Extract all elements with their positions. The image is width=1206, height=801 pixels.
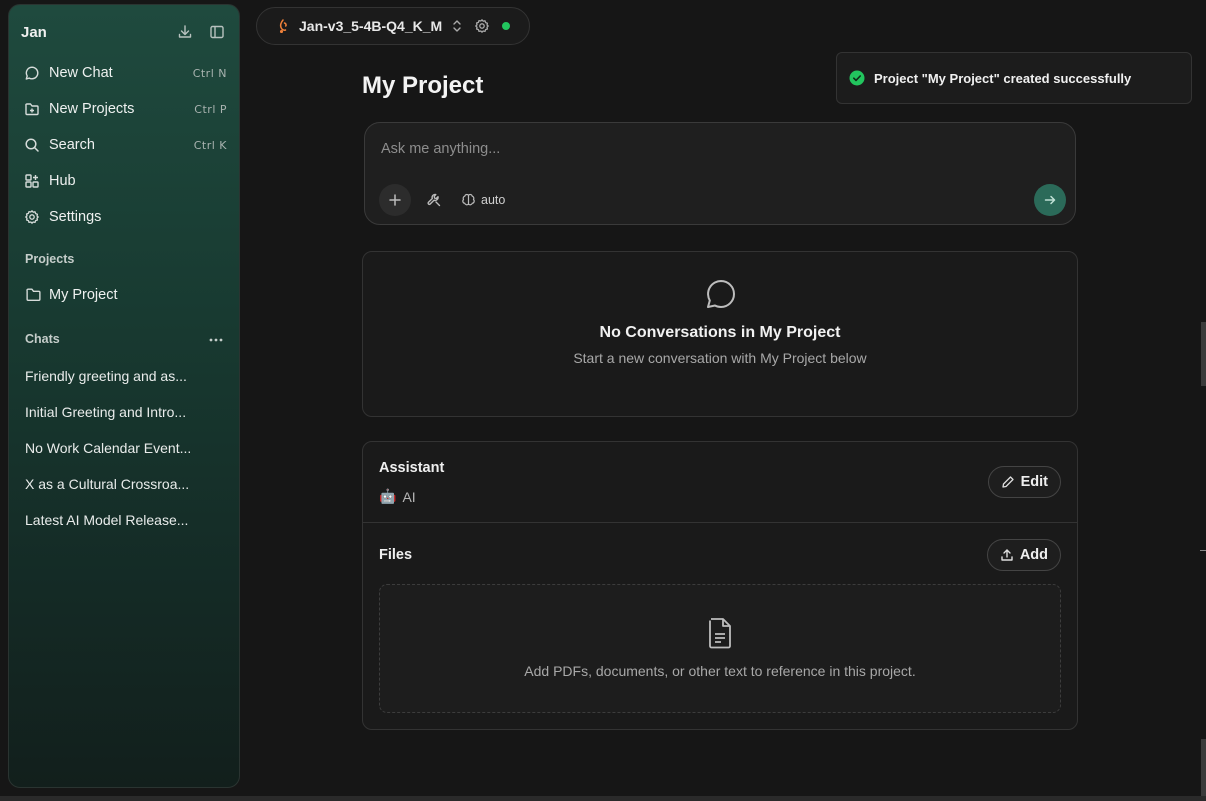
toast-message: Project "My Project" created successfull… — [874, 70, 1132, 86]
page-title: My Project — [362, 72, 484, 99]
add-files-button[interactable]: Add — [986, 539, 1061, 571]
check-circle-icon — [849, 70, 865, 86]
add-attachment-button[interactable] — [379, 184, 411, 216]
shortcut-hint: Ctrl K — [193, 138, 227, 152]
gear-icon — [23, 208, 41, 226]
document-icon — [705, 617, 735, 649]
more-options-icon[interactable] — [207, 331, 225, 349]
empty-state-title: No Conversations in My Project — [599, 324, 841, 341]
horizontal-scrollbar[interactable] — [0, 796, 1206, 801]
chat-item[interactable]: Initial Greeting and Intro... — [25, 395, 205, 431]
app-name: Jan — [21, 23, 47, 41]
model-provider-icon — [275, 18, 291, 34]
edge-divider — [1200, 550, 1206, 551]
model-status-dot — [502, 22, 511, 30]
edit-button-label: Edit — [1020, 474, 1048, 490]
sidebar-item-search[interactable]: Search Ctrl K — [21, 127, 227, 163]
chat-item[interactable]: X as a Cultural Crossroa... — [25, 467, 205, 503]
download-icon[interactable] — [173, 20, 197, 44]
sidebar-item-label: New Projects — [49, 101, 135, 117]
assistant-heading: Assistant — [379, 460, 445, 476]
sidebar-header: Jan — [21, 19, 229, 45]
empty-state-subtitle: Start a new conversation with My Project… — [573, 350, 867, 366]
project-item-my-project[interactable]: My Project — [25, 283, 118, 307]
shortcut-hint: Ctrl N — [192, 66, 227, 80]
sidebar-item-label: Settings — [49, 209, 102, 225]
reasoning-mode-toggle[interactable]: auto — [461, 192, 505, 207]
sidebar-item-hub[interactable]: Hub — [21, 163, 227, 199]
chat-list: Friendly greeting and as... Initial Gree… — [25, 359, 205, 539]
folder-plus-icon — [23, 100, 41, 118]
scrollbar-thumb[interactable] — [1201, 322, 1206, 386]
projects-section-label: Projects — [25, 252, 75, 266]
project-info-card: Assistant 🤖 AI Edit Files Add Add PDFs, … — [362, 441, 1078, 730]
sidebar-item-new-projects[interactable]: New Projects Ctrl P — [21, 91, 227, 127]
sidebar-item-label: Search — [49, 137, 95, 153]
sidebar-item-label: Hub — [49, 173, 76, 189]
sidebar-toggle-icon[interactable] — [205, 20, 229, 44]
assistant-name: AI — [402, 488, 416, 505]
sidebar: Jan New Chat Ctrl N New Projects Ctrl P … — [8, 4, 240, 788]
chat-item[interactable]: Latest AI Model Release... — [25, 503, 205, 539]
card-divider — [363, 522, 1077, 523]
model-name: Jan-v3_5-4B-Q4_K_M — [299, 18, 443, 34]
reasoning-mode-label: auto — [481, 192, 506, 207]
sidebar-item-new-chat[interactable]: New Chat Ctrl N — [21, 55, 227, 91]
add-button-label: Add — [1019, 547, 1048, 563]
pencil-icon — [1001, 475, 1015, 489]
chat-composer[interactable]: Ask me anything... auto — [364, 122, 1076, 225]
sidebar-item-settings[interactable]: Settings — [21, 199, 227, 235]
grid-plus-icon — [23, 172, 41, 190]
drop-zone-hint: Add PDFs, documents, or other text to re… — [524, 663, 916, 679]
project-item-label: My Project — [49, 287, 118, 303]
sidebar-nav: New Chat Ctrl N New Projects Ctrl P Sear… — [21, 55, 227, 235]
chat-bubble-icon — [23, 64, 41, 82]
composer-placeholder[interactable]: Ask me anything... — [381, 141, 500, 157]
assistant-value: 🤖 AI — [379, 488, 416, 505]
send-button[interactable] — [1034, 184, 1066, 216]
brain-icon — [461, 192, 476, 207]
shortcut-hint: Ctrl P — [194, 102, 227, 116]
folder-icon — [25, 286, 43, 304]
robot-avatar-icon: 🤖 — [379, 488, 397, 504]
chat-item[interactable]: No Work Calendar Event... — [25, 431, 205, 467]
wrench-tools-icon[interactable] — [426, 192, 442, 208]
scrollbar-thumb[interactable] — [1201, 739, 1206, 797]
chat-item[interactable]: Friendly greeting and as... — [25, 359, 205, 395]
no-conversations-card: No Conversations in My Project Start a n… — [362, 251, 1078, 417]
search-icon — [23, 136, 41, 154]
edit-assistant-button[interactable]: Edit — [987, 466, 1061, 498]
files-heading: Files — [379, 547, 413, 563]
model-selector[interactable]: Jan-v3_5-4B-Q4_K_M — [256, 7, 530, 45]
chats-section-label: Chats — [25, 332, 60, 346]
chevron-up-down-icon — [450, 18, 464, 34]
success-toast: Project "My Project" created successfull… — [836, 52, 1192, 104]
file-drop-zone[interactable]: Add PDFs, documents, or other text to re… — [379, 584, 1061, 713]
sidebar-item-label: New Chat — [49, 65, 113, 81]
upload-icon — [1000, 548, 1014, 562]
chat-bubble-icon — [704, 277, 738, 311]
model-settings-gear-icon[interactable] — [474, 18, 490, 34]
